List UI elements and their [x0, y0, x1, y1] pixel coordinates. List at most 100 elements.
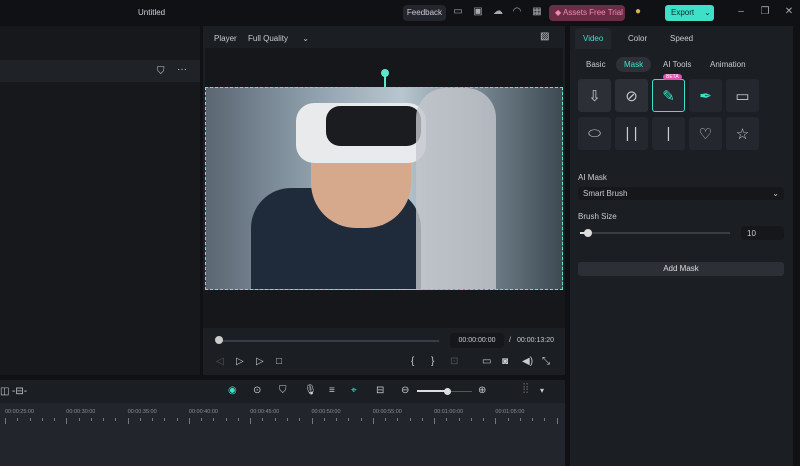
ruler-tick [274, 418, 276, 421]
total-time: 00:00:13:20 [517, 337, 554, 344]
insert-icon[interactable]: ⊡ [450, 356, 458, 367]
ruler-tick [90, 418, 92, 421]
step-icon[interactable]: ▷ [236, 356, 244, 367]
current-time[interactable]: 00:00:00:00 [450, 333, 504, 348]
filter-icon[interactable]: ⛉ [157, 66, 165, 77]
ruler-tick [360, 418, 362, 421]
window-title: Untitled [138, 8, 166, 17]
assets-free-trial-button[interactable]: ◆ Assets Free Trial [549, 5, 625, 21]
layout-icon[interactable]: ▭ [452, 6, 464, 18]
zoom-in-icon[interactable]: ⊕ [478, 385, 486, 396]
subtab-mask[interactable]: Mask [616, 57, 652, 72]
ruler-tick-label: 00:00:25:00 [5, 409, 35, 415]
mask-rectangle-icon[interactable]: ▭ [726, 79, 759, 112]
zoom-out-icon[interactable]: ⊖ [401, 385, 409, 396]
chevron-down-icon: ⌄ [302, 34, 309, 43]
brush-size-input[interactable]: 10 [741, 226, 784, 240]
headset-icon[interactable]: ◠ [511, 6, 523, 18]
volume-icon[interactable]: ◀) [522, 356, 533, 367]
snap-icon[interactable]: ⌖ [351, 385, 357, 396]
ruler-tick [458, 418, 460, 421]
tab-video[interactable]: Video [583, 34, 603, 43]
ruler-tick [188, 418, 190, 424]
fit-icon[interactable]: ⊟ [376, 385, 384, 396]
ai-toggle-icon[interactable]: ◉ [228, 385, 237, 396]
ruler-tick [152, 418, 154, 421]
ruler-tick [164, 418, 166, 421]
feedback-button[interactable]: Feedback [403, 5, 446, 21]
crop-icon[interactable]: ◫ [0, 386, 9, 397]
close-icon[interactable]: ✕ [783, 6, 795, 18]
mask-heart-icon[interactable]: ♡ [689, 117, 722, 150]
mask-ellipse-icon[interactable]: ⬭ [578, 117, 611, 150]
apps-icon[interactable]: ▦ [531, 6, 543, 18]
video-preview[interactable] [205, 87, 563, 290]
mask-star-icon[interactable]: ☆ [726, 117, 759, 150]
camera-icon[interactable]: ◙ [502, 356, 508, 367]
subtab-basic[interactable]: Basic [578, 57, 614, 72]
auto-sync-icon[interactable]: ⊙ [253, 385, 261, 396]
playhead[interactable] [215, 336, 223, 344]
export-button[interactable]: Export ⌄ [665, 5, 714, 21]
ruler-tick [127, 418, 129, 424]
tab-color[interactable]: Color [628, 34, 647, 43]
prev-frame-icon[interactable]: ◁ [216, 356, 224, 367]
mask-double-line-icon[interactable]: | | [615, 117, 648, 150]
ruler-tick [336, 418, 338, 421]
ruler-tick [225, 418, 227, 421]
ruler-tick [299, 418, 301, 421]
caret-down-icon[interactable]: ▾ [540, 386, 544, 395]
ruler-tick [323, 418, 325, 421]
save-icon[interactable]: ▣ [472, 6, 484, 18]
mask-none-icon[interactable]: ⊘ [615, 79, 648, 112]
mask-pen-icon[interactable]: ✒ [689, 79, 722, 112]
brush-size-knob[interactable] [583, 229, 592, 237]
marker-icon[interactable]: ⛉ [279, 385, 287, 396]
credits-icon[interactable]: ● [632, 6, 644, 18]
ruler-tick [446, 418, 448, 421]
export-label: Export [671, 8, 695, 17]
ai-mask-select[interactable]: Smart Brush ⌄ [578, 187, 784, 200]
add-mask-button[interactable]: Add Mask [578, 262, 784, 276]
mask-single-line-icon[interactable]: | [652, 117, 685, 150]
snapshot-view-icon[interactable]: ▨ [540, 31, 549, 42]
fullscreen-icon[interactable]: ⤡ [542, 356, 550, 367]
mask-import-icon[interactable]: ⇩ [578, 79, 611, 112]
ruler-tick [103, 418, 105, 421]
cloud-icon[interactable]: ☁ [492, 6, 504, 18]
chevron-down-icon: ⌄ [772, 189, 779, 198]
ruler-tick [544, 418, 546, 421]
mask-smart-brush-icon[interactable]: ✎ [652, 79, 685, 112]
ruler-tick [532, 418, 534, 421]
grid-icon[interactable]: ⣿ [522, 383, 529, 394]
microphone-icon[interactable]: 🎙 [304, 385, 317, 396]
mark-in-icon[interactable]: { [411, 356, 414, 367]
media-toolbar [0, 60, 200, 82]
ruler-tick [556, 418, 558, 424]
restore-icon[interactable]: ❐ [759, 6, 771, 18]
display-icon[interactable]: ▭ [482, 356, 491, 367]
time-separator: / [509, 337, 511, 344]
more-icon[interactable]: ··· [177, 64, 187, 75]
ruler-tick [262, 418, 264, 421]
ruler-tick [5, 418, 6, 424]
subtab-animation[interactable]: Animation [702, 57, 754, 72]
subtab-ai-tools[interactable]: AI Tools [655, 57, 699, 72]
rotate-handle-knob[interactable] [381, 69, 389, 77]
stop-icon[interactable]: □ [276, 356, 282, 367]
tab-speed[interactable]: Speed [670, 34, 693, 43]
ruler-tick [201, 418, 203, 421]
ruler-tick-label: 00:00:55:00 [372, 409, 402, 415]
ruler-tick [519, 418, 521, 421]
ruler-tick [41, 418, 43, 421]
playback-scrubber[interactable] [219, 340, 439, 342]
minimize-icon[interactable]: – [735, 6, 747, 18]
play-icon[interactable]: ▷ [256, 356, 264, 367]
quality-select[interactable]: Full Quality ⌄ [248, 34, 309, 43]
split-icon[interactable]: -⊟- [12, 386, 27, 397]
ruler-tick [29, 418, 31, 421]
brush-size-slider[interactable] [580, 232, 730, 234]
ruler-tick-label: 00:00:50:00 [311, 409, 341, 415]
text-to-speech-icon[interactable]: ≡ [329, 385, 335, 396]
mark-out-icon[interactable]: } [431, 356, 434, 367]
